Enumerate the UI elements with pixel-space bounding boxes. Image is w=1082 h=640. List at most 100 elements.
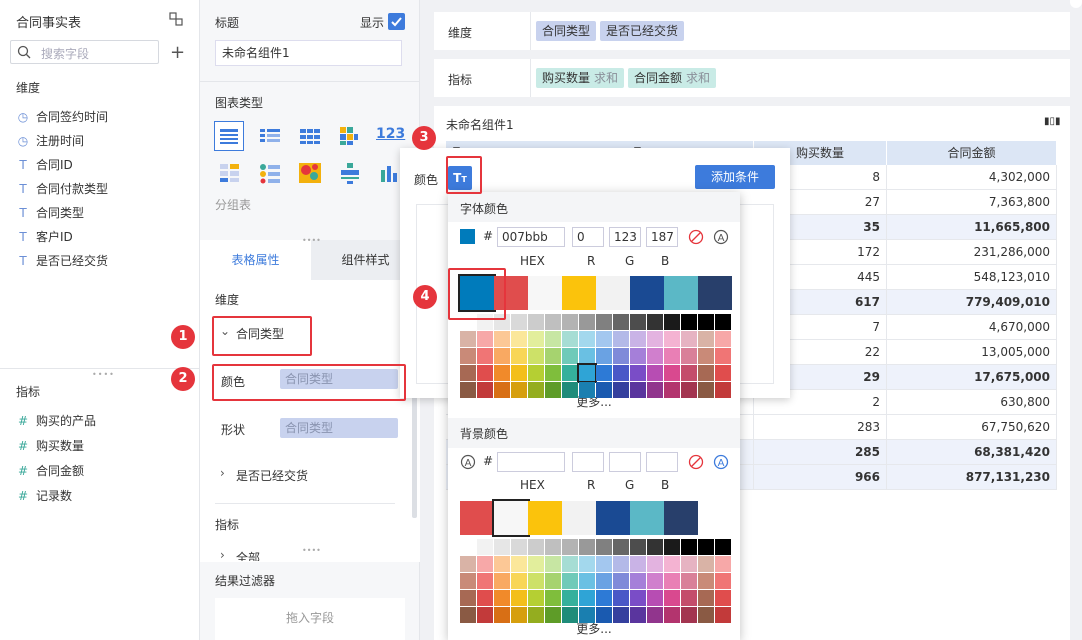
dimension-field-item[interactable]: T 合同类型 bbox=[16, 203, 84, 223]
grid-color-swatch[interactable] bbox=[596, 348, 612, 364]
grid-color-swatch[interactable] bbox=[460, 539, 476, 555]
grid-color-swatch[interactable] bbox=[681, 331, 697, 347]
grid-color-swatch[interactable] bbox=[596, 331, 612, 347]
add-condition-button[interactable]: 添加条件 bbox=[695, 165, 775, 189]
drop-field-zone[interactable]: 拖入字段 bbox=[215, 598, 405, 640]
grid-color-swatch[interactable] bbox=[477, 539, 493, 555]
grid-color-swatch[interactable] bbox=[528, 348, 544, 364]
grid-color-swatch[interactable] bbox=[715, 365, 731, 381]
grid-color-swatch[interactable] bbox=[528, 607, 544, 623]
show-checkbox[interactable] bbox=[388, 13, 405, 30]
grid-color-swatch[interactable] bbox=[613, 331, 629, 347]
grid-color-swatch[interactable] bbox=[528, 382, 544, 398]
preset-color-swatch[interactable] bbox=[698, 276, 732, 310]
grid-color-swatch[interactable] bbox=[494, 348, 510, 364]
g-input[interactable]: 123 bbox=[609, 227, 641, 247]
grid-color-swatch[interactable] bbox=[647, 539, 663, 555]
grid-color-swatch[interactable] bbox=[494, 382, 510, 398]
grid-color-swatch[interactable] bbox=[630, 331, 646, 347]
grid-color-swatch[interactable] bbox=[647, 365, 663, 381]
grid-color-swatch[interactable] bbox=[715, 314, 731, 330]
grid-color-swatch[interactable] bbox=[511, 382, 527, 398]
grid-color-swatch[interactable] bbox=[681, 539, 697, 555]
grid-color-swatch[interactable] bbox=[613, 556, 629, 572]
grid-color-swatch[interactable] bbox=[647, 556, 663, 572]
grid-color-swatch[interactable] bbox=[477, 365, 493, 381]
grid-color-swatch[interactable] bbox=[647, 348, 663, 364]
preset-color-swatch[interactable] bbox=[528, 501, 562, 535]
component-name-input[interactable]: 未命名组件1 bbox=[215, 40, 402, 66]
grid-color-swatch[interactable] bbox=[715, 539, 731, 555]
grid-color-swatch[interactable] bbox=[511, 590, 527, 606]
grid-color-swatch[interactable] bbox=[715, 331, 731, 347]
grid-color-swatch[interactable] bbox=[596, 556, 612, 572]
grid-color-swatch[interactable] bbox=[681, 556, 697, 572]
grid-color-swatch[interactable] bbox=[477, 607, 493, 623]
grid-color-swatch[interactable] bbox=[698, 331, 714, 347]
heatmap-chart-icon[interactable] bbox=[298, 162, 322, 187]
grid-color-swatch[interactable] bbox=[511, 348, 527, 364]
grid-color-swatch[interactable] bbox=[477, 382, 493, 398]
dimension-pill[interactable]: 合同类型 bbox=[536, 21, 597, 41]
no-color-icon[interactable] bbox=[688, 229, 704, 248]
grid-color-swatch[interactable] bbox=[562, 539, 578, 555]
preset-color-swatch[interactable] bbox=[630, 276, 664, 310]
grid-color-swatch[interactable] bbox=[613, 573, 629, 589]
grid-color-swatch[interactable] bbox=[545, 539, 561, 555]
grid-color-swatch[interactable] bbox=[562, 382, 578, 398]
grid-color-swatch[interactable] bbox=[579, 314, 595, 330]
grid-color-swatch[interactable] bbox=[511, 314, 527, 330]
number-table-chart-icon[interactable] bbox=[218, 162, 242, 187]
grid-color-swatch[interactable] bbox=[511, 365, 527, 381]
grid-color-swatch[interactable] bbox=[698, 607, 714, 623]
grid-color-swatch[interactable] bbox=[664, 365, 680, 381]
dimension-field-item[interactable]: ◷ 注册时间 bbox=[16, 131, 84, 151]
grid-color-swatch[interactable] bbox=[681, 590, 697, 606]
grid-color-swatch[interactable] bbox=[664, 539, 680, 555]
drag-handle[interactable]: •••• bbox=[92, 370, 115, 379]
grid-color-swatch[interactable] bbox=[596, 314, 612, 330]
grid-color-swatch[interactable] bbox=[630, 348, 646, 364]
grid-color-swatch[interactable] bbox=[579, 573, 595, 589]
grid-color-swatch[interactable] bbox=[511, 556, 527, 572]
grid-color-swatch[interactable] bbox=[528, 365, 544, 381]
grid-color-swatch[interactable] bbox=[664, 382, 680, 398]
grid-color-swatch[interactable] bbox=[579, 556, 595, 572]
grid-color-swatch[interactable] bbox=[545, 607, 561, 623]
grid-color-swatch[interactable] bbox=[528, 314, 544, 330]
grid-color-swatch[interactable] bbox=[630, 539, 646, 555]
grid-color-swatch[interactable] bbox=[460, 365, 476, 381]
grid-color-swatch[interactable] bbox=[596, 590, 612, 606]
search-input[interactable]: 搜索字段 bbox=[10, 40, 159, 64]
bg-g-input[interactable] bbox=[609, 452, 641, 472]
grid-color-swatch[interactable] bbox=[494, 539, 510, 555]
bg-hex-input[interactable] bbox=[497, 452, 565, 472]
bg-r-input[interactable] bbox=[572, 452, 604, 472]
grid-color-swatch[interactable] bbox=[579, 539, 595, 555]
dimension-field-item[interactable]: ◷ 合同签约时间 bbox=[16, 107, 108, 127]
grid-color-swatch[interactable] bbox=[528, 556, 544, 572]
grid-color-swatch[interactable] bbox=[545, 382, 561, 398]
dimension-pill[interactable]: 是否已经交货 bbox=[600, 21, 685, 41]
dimension-field-item[interactable]: T 是否已经交货 bbox=[16, 251, 108, 271]
measure-group[interactable]: 全部 bbox=[236, 549, 260, 561]
grid-color-swatch[interactable] bbox=[511, 331, 527, 347]
heat-table-chart-icon[interactable] bbox=[338, 125, 360, 150]
grid-color-swatch[interactable] bbox=[562, 348, 578, 364]
grid-color-swatch[interactable] bbox=[545, 365, 561, 381]
preset-color-swatch[interactable] bbox=[596, 501, 630, 535]
grid-color-swatch[interactable] bbox=[664, 556, 680, 572]
preset-color-swatch[interactable] bbox=[492, 499, 530, 537]
preset-color-swatch[interactable] bbox=[630, 501, 664, 535]
grid-color-swatch[interactable] bbox=[664, 590, 680, 606]
grid-color-swatch[interactable] bbox=[562, 573, 578, 589]
grid-color-swatch[interactable] bbox=[630, 607, 646, 623]
grid-color-swatch[interactable] bbox=[715, 573, 731, 589]
no-color-icon[interactable] bbox=[688, 454, 704, 473]
b-input[interactable]: 187 bbox=[646, 227, 678, 247]
add-field-icon[interactable]: + bbox=[170, 42, 185, 63]
grid-color-swatch[interactable] bbox=[596, 607, 612, 623]
grid-color-swatch[interactable] bbox=[613, 348, 629, 364]
grid-color-swatch[interactable] bbox=[613, 382, 629, 398]
measure-field-item[interactable]: # 购买数量 bbox=[16, 436, 84, 456]
